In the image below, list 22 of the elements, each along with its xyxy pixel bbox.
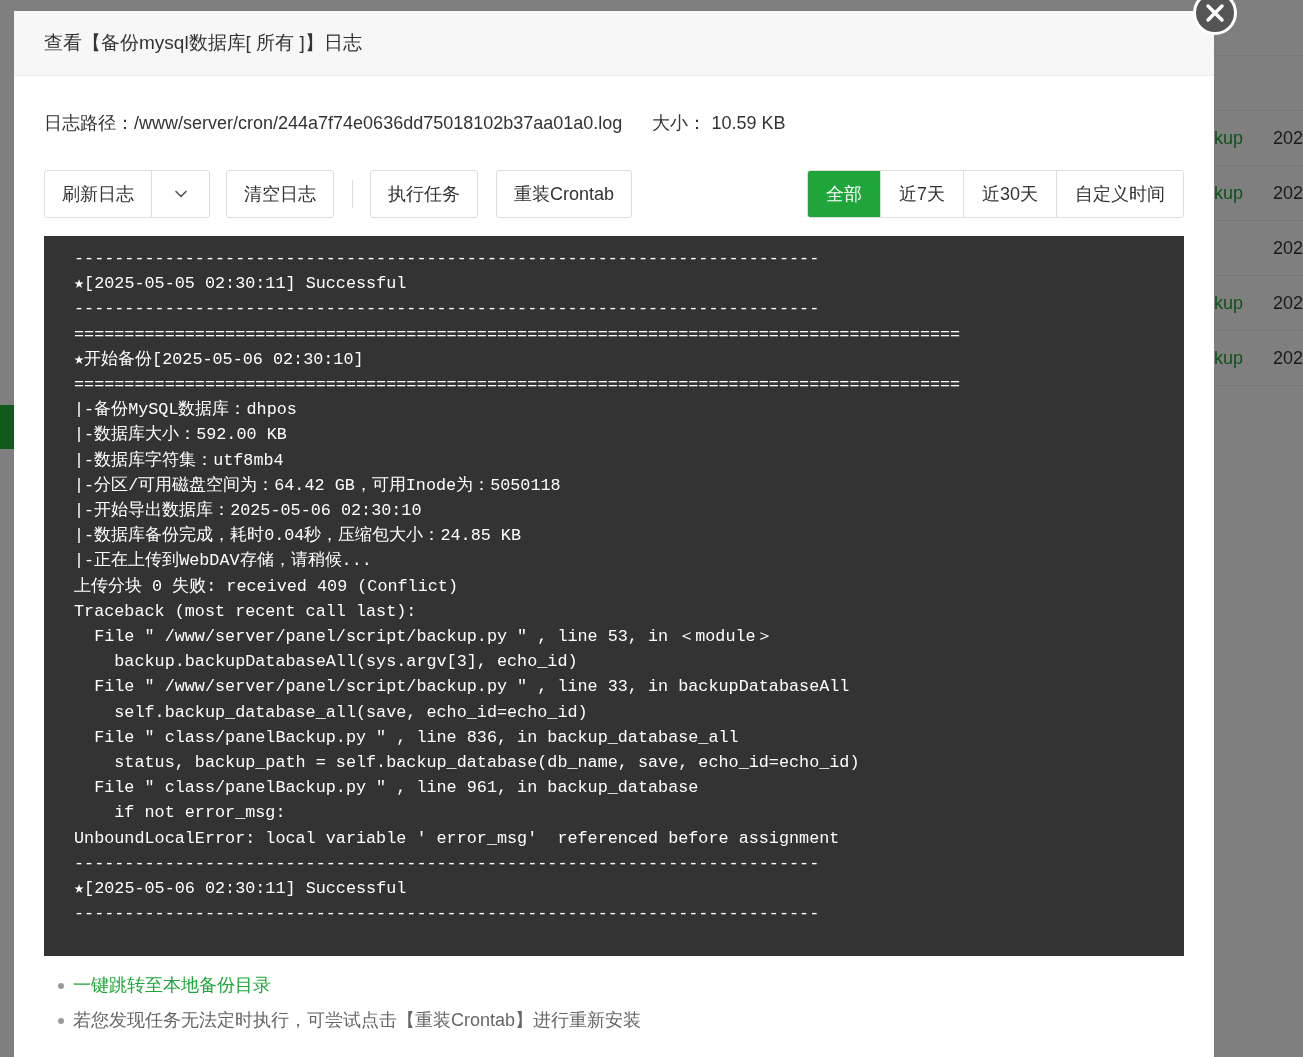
table-cell-text: 202 (1272, 126, 1303, 150)
dialog-title: 查看【备份mysql数据库[ 所有 ]】日志 (44, 30, 362, 55)
action-button[interactable]: 执行任务 (370, 170, 478, 218)
table-cell: kup (1214, 347, 1244, 368)
bullet-icon (58, 982, 64, 989)
bullet-icon (58, 1017, 64, 1024)
table-cell: kup (1214, 127, 1244, 148)
log-size: 大小： 10.59 KB (652, 112, 786, 135)
log-output: -------------------------------------------------------------------------- ★[2025-05-05 02:30:11] Successful -------------------------------------------------------------------------- ======================================================================================== ★开始备份[2025-05-06 02:30:10] ======================================================================================== |-备份MySQL数据库：dhpos |-数据库大小：592.00 KB |-数据库字符集：utf8mb4 |-分区/可用磁盘空间为：64.42 GB，可用Inode为：5050118 |-开始导出数据库：2025-05-06 02:30:10 |-数据库备份完成，耗时0.04秒，压缩包大小：24.85 KB |-正在上传到WebDAV存储，请稍候... 上传分块 0 失败: received 409 (Conflict) Traceback (most recent call last): File " /www/server/panel/script/backup.py " , line 53, in ＜module＞ backup.backupDatabaseAll(sys.argv[3], echo_id) File " /www/server/panel/script/backup.py " , line 33, in backupDatabaseAll self.backup_database_all(save, echo_id=echo_id) File " class/panelBackup.py " , line 836, in backup_database_all status, backup_path = self.backup_database(db_name, save, echo_id=echo_id) File " class/panelBackup.py " , line 961, in backup_database if not error_msg: UnboundLocalError: local variable ′ error_msg′ referenced before assignment -------------------------------------------------------------------------- ★[2025-05-06 02:30:11] Successful -------------------------------------------------------------------------- (74, 248, 962, 926)
tip-text: 若您发现任务无法定时执行，可尝试点击【重装Crontab】进行重新安装 (73, 1009, 642, 1032)
table-cell-text: 202 (1272, 291, 1303, 315)
side-button[interactable] (0, 405, 14, 449)
table-cell: kup (1214, 292, 1244, 313)
table-cell: kup (1214, 182, 1244, 203)
table-cell-text: 202 (1272, 236, 1303, 260)
log-path: 日志路径：/www/server/cron/244a7f74e0636dd75018102b37aa01a0.log (44, 112, 623, 135)
table-cell-text: 202 (1272, 181, 1303, 205)
range-tab[interactable]: 自定义时间 (1056, 171, 1183, 217)
action-button[interactable]: 清空日志 (226, 170, 334, 218)
close-button[interactable] (1193, 0, 1237, 35)
action-button[interactable]: 重装Crontab (496, 170, 633, 218)
table-cell-text: 202 (1272, 346, 1303, 370)
